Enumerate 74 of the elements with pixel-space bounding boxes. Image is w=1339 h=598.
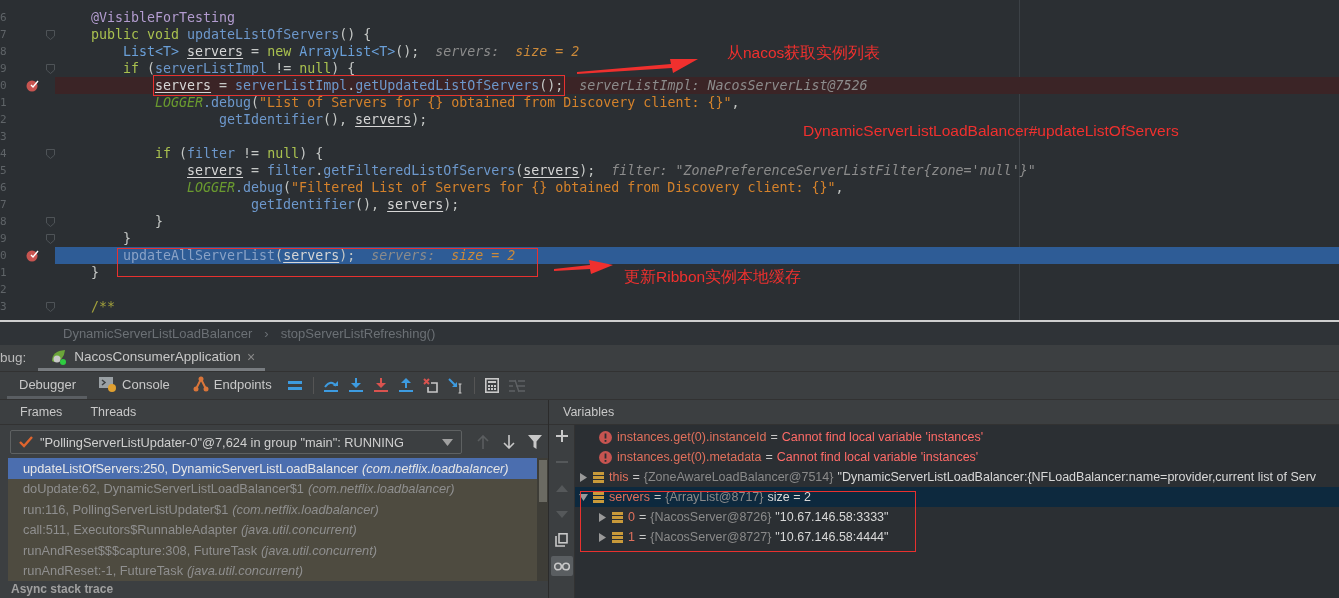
plus-icon[interactable] bbox=[555, 430, 568, 442]
scrollbar-thumb[interactable] bbox=[538, 460, 547, 502]
copy-icon[interactable] bbox=[555, 533, 568, 547]
glasses-icon[interactable] bbox=[553, 561, 570, 571]
variable-text: servers = {ArrayList@8717} size = 2 bbox=[609, 490, 811, 504]
code-line: getIdentifier(), servers); bbox=[219, 111, 428, 128]
nodes-icon bbox=[192, 376, 209, 392]
code-line: if (serverListImpl != null) { bbox=[123, 60, 356, 77]
variable-row[interactable]: 0 = {NacosServer@8726} "10.67.146.58:3333" bbox=[575, 507, 1339, 527]
field-icon bbox=[593, 491, 604, 503]
callout-text: DynamicServerListLoadBalancer#updateListOfServers bbox=[803, 121, 1179, 141]
variable-row[interactable]: instances.get(0).metadata = Cannot find local variable 'instances' bbox=[575, 447, 1339, 467]
calculator-icon[interactable] bbox=[485, 378, 500, 393]
code-line: @VisibleForTesting bbox=[91, 9, 236, 26]
caret-down-icon bbox=[442, 438, 454, 446]
code-line: } bbox=[155, 213, 163, 230]
variable-row[interactable]: this = {ZoneAwareLoadBalancer@7514} "DynamicServerListLoadBalancer:{NFLoadBalancer:name=provider,current list of Serv bbox=[575, 467, 1339, 487]
collapsed-arrow-icon[interactable] bbox=[579, 472, 588, 482]
code-line: servers = filter.getFilteredListOfServers(servers); bbox=[187, 162, 596, 179]
expanded-arrow-icon[interactable] bbox=[579, 492, 588, 502]
leaf-icon bbox=[50, 348, 69, 365]
arrow-down-icon[interactable] bbox=[348, 378, 365, 393]
callout-text: 从nacos获取实例列表 bbox=[727, 43, 881, 63]
code-line: getIdentifier(), servers); bbox=[251, 196, 460, 213]
lines-icon[interactable] bbox=[288, 379, 303, 392]
inline-hint: servers: size = 2 bbox=[435, 43, 580, 60]
filter-icon[interactable] bbox=[528, 435, 543, 449]
drop-frame-icon[interactable] bbox=[423, 377, 440, 394]
console-icon bbox=[99, 376, 118, 392]
breakpoint-icon[interactable] bbox=[26, 249, 39, 262]
code-line: } bbox=[123, 230, 131, 247]
inline-hint: serverListImpl: NacosServerList@7526 bbox=[579, 77, 868, 94]
tab[interactable]: Frames bbox=[20, 405, 63, 419]
breakpoint-icon[interactable] bbox=[26, 79, 39, 92]
variable-text: 0 = {NacosServer@8726} "10.67.146.58:3333" bbox=[628, 510, 889, 524]
error-icon bbox=[599, 450, 612, 464]
variable-row[interactable]: instances.get(0).instanceId = Cannot find local variable 'instances' bbox=[575, 427, 1339, 447]
code-line: } bbox=[91, 264, 99, 281]
field-icon bbox=[612, 531, 623, 543]
error-icon bbox=[599, 430, 612, 444]
callout-text: 更新Ribbon实例本地缓存 bbox=[624, 267, 802, 287]
variable-text: instances.get(0).instanceId = Cannot find local variable 'instances' bbox=[617, 430, 984, 444]
field-icon bbox=[612, 511, 623, 523]
variable-row[interactable]: servers = {ArrayList@8717} size = 2 bbox=[575, 487, 1339, 507]
code-line: LOGGER.debug("Filtered List of Servers for {} obtained from Discovery client: {}", bbox=[187, 179, 844, 196]
inline-hint: filter: "ZonePreferenceServerListFilter{zone='null'}" bbox=[611, 162, 1036, 179]
arrow-icon bbox=[554, 258, 614, 276]
tab[interactable]: Threads bbox=[90, 405, 137, 419]
variable-text: 1 = {NacosServer@8727} "10.67.146.58:4444" bbox=[628, 530, 889, 544]
thread-dropdown[interactable]: "PollingServerListUpdater-0"@7,624 in group "main": RUNNING bbox=[10, 430, 463, 454]
arrow-down-icon[interactable] bbox=[503, 435, 516, 449]
code-line: if (filter != null) { bbox=[155, 145, 324, 162]
stack-frame[interactable]: updateListOfServers:250, DynamicServerListLoadBalancer (com.netflix.loadbalancer) bbox=[8, 458, 537, 479]
arrow-up-icon[interactable] bbox=[398, 378, 415, 393]
code-line: updateAllServerList(servers); bbox=[123, 247, 356, 264]
run-to-cursor-icon[interactable] bbox=[447, 377, 465, 394]
async-stack-trace-label: Async stack trace bbox=[10, 581, 115, 596]
debug-label: bug: bbox=[0, 349, 27, 367]
code-line: List<T> servers = new ArrayList<T>(); bbox=[123, 43, 420, 60]
tab[interactable]: Console bbox=[87, 372, 181, 399]
code-line: /** bbox=[91, 298, 116, 315]
panel-title: Variables bbox=[549, 400, 1339, 425]
breadcrumb-separator: › bbox=[264, 326, 269, 341]
variable-text: this = {ZoneAwareLoadBalancer@7514} "DynamicServerListLoadBalancer:{NFLoadBalancer:name=provider,current list of Serv bbox=[609, 470, 1317, 484]
variable-text: instances.get(0).metadata = Cannot find local variable 'instances' bbox=[617, 450, 979, 464]
code-line: servers = serverListImpl.getUpdatedListOfServers(); bbox=[155, 77, 564, 94]
variable-row[interactable]: 1 = {NacosServer@8727} "10.67.146.58:4444" bbox=[575, 527, 1339, 547]
field-icon bbox=[593, 471, 604, 483]
code-line: LOGGER.debug("List of Servers for {} obtained from Discovery client: {}", bbox=[155, 94, 740, 111]
check-icon bbox=[19, 436, 33, 448]
inline-hint: servers: size = 2 bbox=[371, 247, 516, 264]
tab[interactable]: Endpoints bbox=[180, 372, 283, 399]
code-line: public void updateListOfServers() { bbox=[91, 26, 372, 43]
arrow-down-icon[interactable] bbox=[373, 378, 390, 393]
